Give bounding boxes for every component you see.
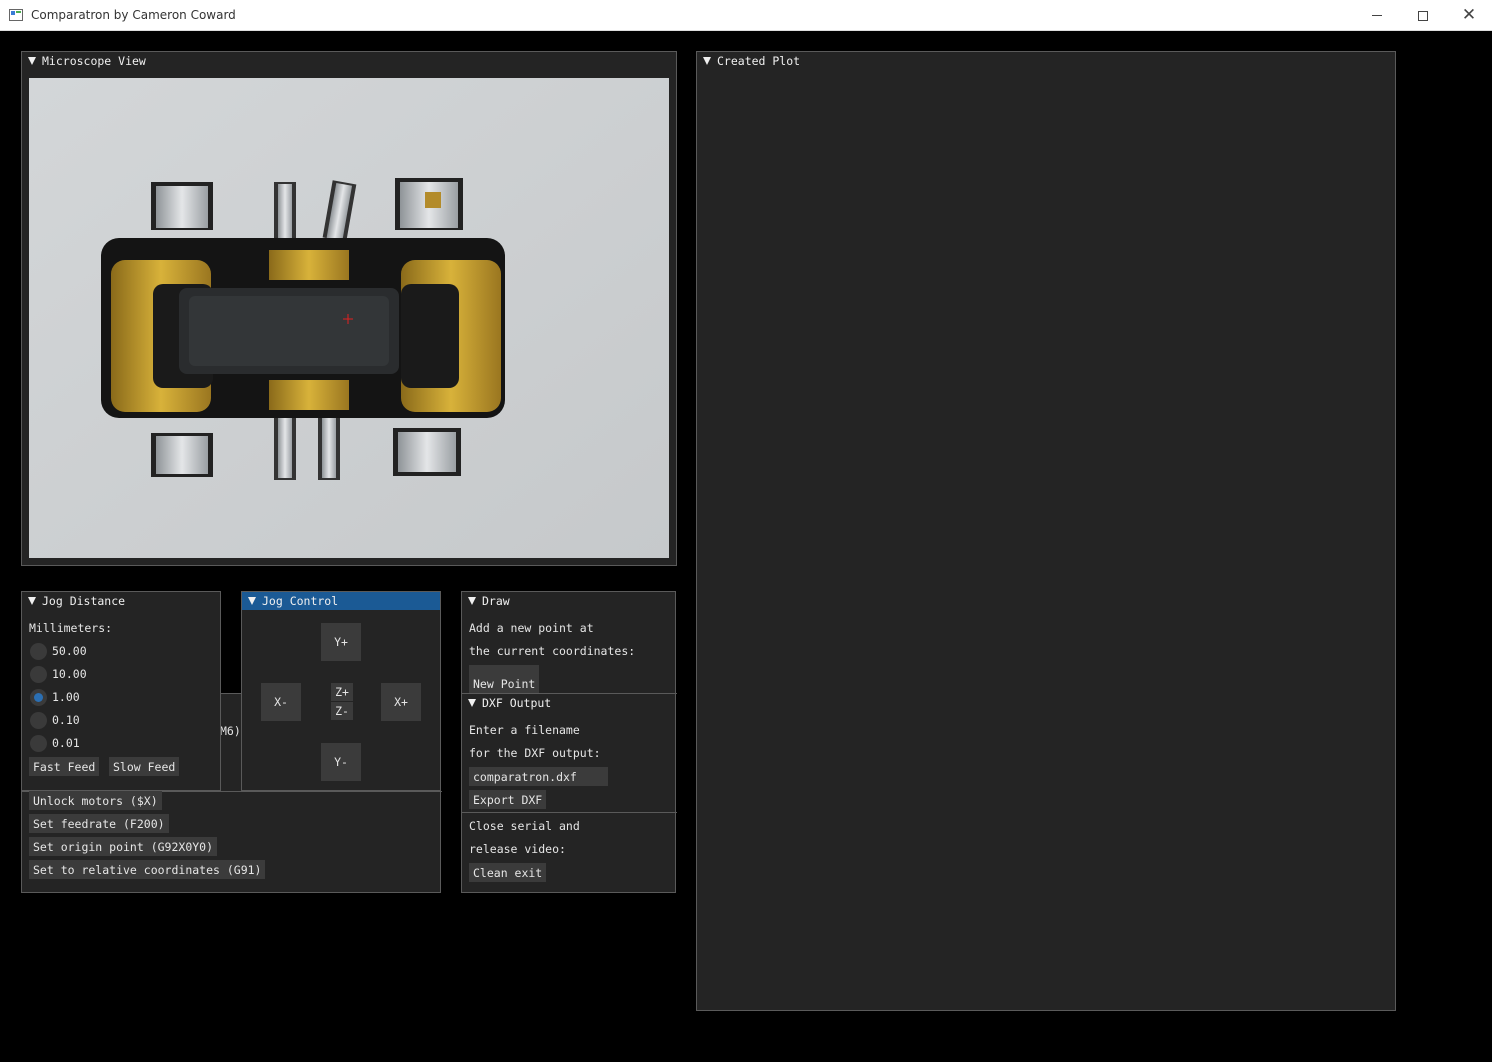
microscope-view-title: Microscope View [42, 54, 146, 68]
jog-distance-panel: Jog Distance Millimeters: 50.00 10.00 1.… [21, 591, 221, 791]
jog-control-title: Jog Control [262, 594, 339, 608]
radio-label: 0.01 [52, 736, 80, 750]
clean-exit-button[interactable]: Clean exit [469, 863, 547, 882]
draw-title: Draw [482, 594, 510, 608]
radio-10mm[interactable] [30, 666, 47, 683]
collapse-triangle-icon[interactable] [28, 597, 36, 605]
jog-distance-title: Jog Distance [42, 594, 126, 608]
created-plot-header[interactable]: Created Plot [697, 52, 1395, 70]
app-window-icon [9, 9, 23, 21]
radio-label: 10.00 [52, 667, 87, 681]
radio-50mm[interactable] [30, 643, 47, 660]
jog-x-minus-button[interactable]: X- [261, 683, 301, 721]
created-plot-panel: Created Plot [696, 51, 1396, 1011]
maximize-icon [1418, 10, 1428, 21]
jog-z-plus-button[interactable]: Z+ [331, 683, 353, 701]
jog-control-panel: Jog Control Y+ X- X+ Z+ Z- Y- [241, 591, 441, 791]
radio-0.01mm[interactable] [30, 735, 47, 752]
new-point-button[interactable]: New Point [469, 665, 540, 694]
millimeters-label: Millimeters: [29, 621, 113, 635]
jog-y-plus-button[interactable]: Y+ [321, 623, 361, 661]
dxf-instruction-line1: Enter a filename [469, 723, 580, 737]
collapse-triangle-icon[interactable] [703, 57, 711, 65]
microscope-view-header[interactable]: Microscope View [22, 52, 676, 70]
minimize-icon [1372, 15, 1382, 16]
jog-control-header[interactable]: Jog Control [242, 592, 440, 610]
dxf-filename-input[interactable]: comparatron.dxf [469, 767, 608, 786]
draw-header[interactable]: Draw [462, 592, 675, 610]
maximize-button[interactable] [1400, 0, 1446, 31]
jog-x-plus-button[interactable]: X+ [381, 683, 421, 721]
close-button[interactable]: ✕ [1446, 0, 1492, 31]
divider [462, 812, 677, 813]
radio-1mm[interactable] [30, 689, 47, 706]
microscope-view-panel: Microscope View [21, 51, 677, 566]
fast-feed-button[interactable]: Fast Feed [29, 757, 100, 776]
minimize-button[interactable] [1354, 0, 1400, 31]
window-titlebar: Comparatron by Cameron Coward ✕ [0, 0, 1492, 31]
unlock-motors-button[interactable]: Unlock motors ($X) [29, 791, 162, 810]
jog-y-minus-button[interactable]: Y- [321, 743, 361, 781]
draw-instruction-line1: Add a new point at [469, 621, 594, 635]
radio-label: 0.10 [52, 713, 80, 727]
created-plot-title: Created Plot [717, 54, 801, 68]
dxf-instruction-line2: for the DXF output: [469, 746, 601, 760]
collapse-triangle-icon[interactable] [28, 57, 36, 65]
microscope-feed-image [29, 78, 669, 558]
close-icon: ✕ [1461, 5, 1477, 25]
export-dxf-button[interactable]: Export DXF [469, 790, 547, 809]
dxf-output-header[interactable]: DXF Output [462, 694, 675, 712]
set-feedrate-button[interactable]: Set feedrate (F200) [29, 814, 169, 833]
window-title: Comparatron by Cameron Coward [31, 8, 236, 22]
jog-z-minus-button[interactable]: Z- [331, 702, 353, 720]
hidden-command-fragment: M6) [220, 724, 241, 738]
collapse-triangle-icon[interactable] [248, 597, 256, 605]
radio-0.1mm[interactable] [30, 712, 47, 729]
jog-distance-header[interactable]: Jog Distance [22, 592, 220, 610]
slow-feed-button[interactable]: Slow Feed [109, 757, 180, 776]
draw-instruction-line2: the current coordinates: [469, 644, 636, 658]
dxf-output-title: DXF Output [482, 696, 552, 710]
set-relative-coordinates-button[interactable]: Set to relative coordinates (G91) [29, 860, 266, 879]
collapse-triangle-icon[interactable] [468, 699, 476, 707]
draw-panel: Draw Add a new point at the current coor… [461, 591, 677, 893]
collapse-triangle-icon[interactable] [468, 597, 476, 605]
close-instruction-line2: release video: [469, 842, 566, 856]
radio-label: 1.00 [52, 690, 80, 704]
set-origin-button[interactable]: Set origin point (G92X0Y0) [29, 837, 218, 856]
close-instruction-line1: Close serial and [469, 819, 580, 833]
radio-label: 50.00 [52, 644, 87, 658]
